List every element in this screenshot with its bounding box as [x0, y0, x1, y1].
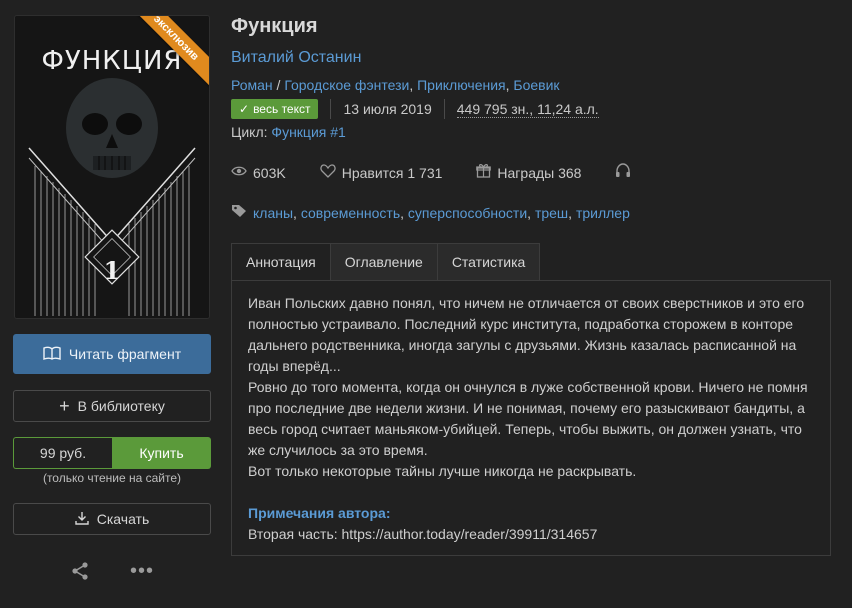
likes-stat[interactable]: Нравится 1 731 [320, 163, 442, 182]
divider [330, 99, 332, 119]
audio-stat[interactable] [615, 163, 631, 182]
more-icon[interactable]: ••• [130, 561, 154, 586]
add-to-library-label: В библиотеку [77, 398, 165, 414]
genre-link[interactable]: Боевик [513, 77, 559, 93]
book-title: Функция [231, 15, 318, 37]
buy-button[interactable]: Купить [112, 437, 211, 469]
author-link[interactable]: Виталий Останин [231, 49, 361, 67]
author-notes-title: Примечания автора: [248, 505, 391, 521]
plus-icon: + [59, 396, 70, 416]
purchase-group: 99 руб. Купить [13, 437, 211, 469]
share-icon[interactable] [70, 561, 90, 586]
cycle-label: Цикл: [231, 124, 268, 140]
share-row: ••• [13, 561, 211, 586]
full-text-badge: ✓ весь текст [231, 99, 319, 119]
book-meta: ✓ весь текст 13 июля 2019 449 795 зн., 1… [231, 98, 599, 120]
tab-annotation[interactable]: Аннотация [231, 243, 331, 281]
content-tabs: Аннотация Оглавление Статистика [231, 243, 541, 281]
tag-link[interactable]: кланы [253, 205, 293, 221]
tag-icon [231, 204, 247, 222]
price-label: 99 руб. [13, 437, 112, 469]
tag-link[interactable]: триллер [576, 205, 630, 221]
tab-statistics[interactable]: Статистика [437, 243, 541, 281]
book-cover[interactable]: ФУНКЦИЯ 1 эксклюзив [15, 16, 209, 318]
tags-row: кланы, современность, суперспособности, … [231, 204, 630, 222]
book-open-icon [43, 346, 61, 363]
annotation-paragraph: Ровно до того момента, когда он очнулся … [248, 379, 808, 458]
eye-icon [231, 164, 247, 181]
stats-row: 603K Нравится 1 731 Награды 368 [231, 163, 665, 182]
tag-link[interactable]: современность [301, 205, 400, 221]
check-icon: ✓ [239, 102, 250, 116]
download-button[interactable]: Скачать [13, 503, 211, 535]
buy-note: (только чтение на сайте) [42, 471, 182, 485]
tag-link[interactable]: суперспособности [408, 205, 527, 221]
genre-link[interactable]: Приключения [417, 77, 506, 93]
read-fragment-label: Читать фрагмент [68, 346, 182, 362]
book-size: 449 795 зн., 11,24 а.л. [456, 100, 599, 118]
annotation-panel: Иван Польских давно понял, что ничем не … [231, 280, 831, 556]
cycle-link[interactable]: Функция #1 [271, 124, 345, 140]
read-fragment-button[interactable]: Читать фрагмент [13, 334, 211, 374]
awards-stat[interactable]: Награды 368 [476, 163, 581, 182]
tab-contents[interactable]: Оглавление [330, 243, 438, 281]
tag-link[interactable]: треш [535, 205, 568, 221]
add-to-library-button[interactable]: + В библиотеку [13, 390, 211, 422]
annotation-paragraph: Иван Польских давно понял, что ничем не … [248, 295, 805, 374]
views-stat: 603K [231, 164, 286, 181]
headphones-icon [615, 163, 631, 182]
divider [443, 99, 445, 119]
cycle-row: Цикл: Функция #1 [231, 124, 346, 140]
author-notes-text[interactable]: Вторая часть: https://author.today/reade… [248, 524, 814, 545]
genres: Роман / Городское фэнтези, Приключения, … [231, 77, 560, 93]
gift-icon [476, 163, 492, 182]
heart-icon [320, 163, 336, 182]
genre-link[interactable]: Городское фэнтези [284, 77, 409, 93]
annotation-paragraph: Вот только некоторые тайны лучше никогда… [248, 463, 637, 479]
cover-number: 1 [103, 256, 121, 285]
download-icon [75, 511, 89, 528]
download-label: Скачать [96, 511, 150, 527]
publish-date: 13 июля 2019 [343, 101, 432, 117]
genre-link[interactable]: Роман [231, 77, 273, 93]
